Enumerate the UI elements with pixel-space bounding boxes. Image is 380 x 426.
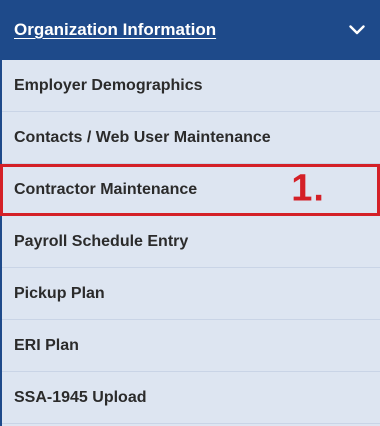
menu-item-label: Contractor Maintenance <box>14 181 198 198</box>
menu-item-ssa-1945-upload[interactable]: SSA-1945 Upload <box>2 372 380 424</box>
menu-item-label: Employer Demographics <box>14 76 203 94</box>
chevron-down-icon[interactable] <box>348 21 366 39</box>
menu-item-label: Payroll Schedule Entry <box>14 232 189 250</box>
menu-item-pickup-plan[interactable]: Pickup Plan <box>2 268 380 320</box>
menu-item-contractor-maintenance[interactable]: Contractor Maintenance 1. <box>0 164 380 216</box>
step-annotation-label: 1. <box>291 167 325 210</box>
menu-item-label: SSA-1945 Upload <box>14 388 147 406</box>
menu-header-title[interactable]: Organization Information <box>14 20 216 40</box>
organization-info-menu: Organization Information Employer Demogr… <box>0 0 380 426</box>
menu-item-employer-demographics[interactable]: Employer Demographics <box>2 60 380 112</box>
menu-header-organization-information[interactable]: Organization Information <box>2 0 380 60</box>
menu-item-contacts-web-user-maintenance[interactable]: Contacts / Web User Maintenance <box>2 112 380 164</box>
menu-item-payroll-schedule-entry[interactable]: Payroll Schedule Entry <box>2 216 380 268</box>
menu-item-label: ERI Plan <box>14 336 79 354</box>
menu-item-label: Contacts / Web User Maintenance <box>14 128 271 146</box>
menu-item-label: Pickup Plan <box>14 284 105 302</box>
menu-item-eri-plan[interactable]: ERI Plan <box>2 320 380 372</box>
